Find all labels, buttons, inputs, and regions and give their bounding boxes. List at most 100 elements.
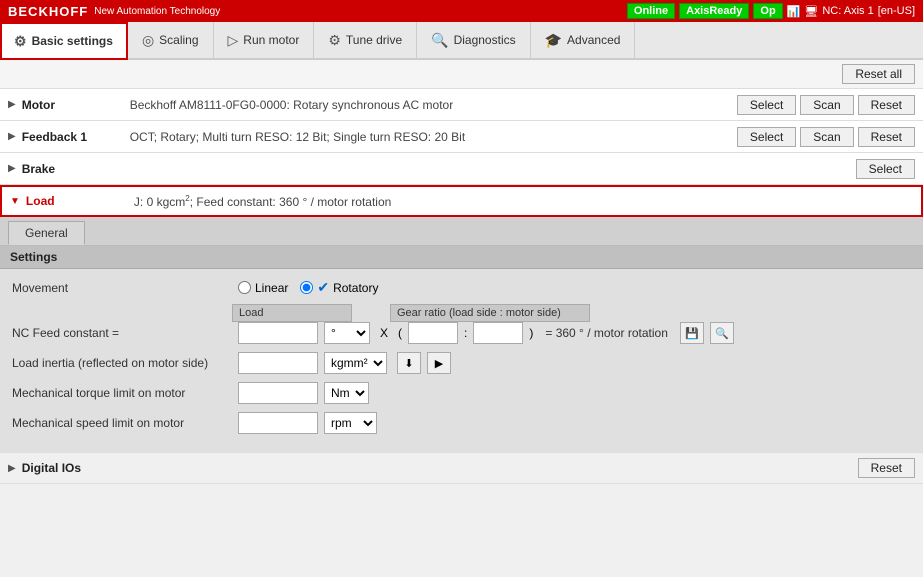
locale-info: [en-US] [878,5,915,17]
scaling-icon: ◎ [142,32,154,49]
tab-basic-settings[interactable]: ⚙ Basic settings [0,22,128,60]
axisready-badge: AxisReady [679,3,749,19]
load-inertia-input[interactable]: 6000 [238,352,318,374]
save-gear-button[interactable]: 💾 [680,322,704,344]
feedback1-scan-button[interactable]: Scan [800,127,853,147]
digital-ios-actions: Reset [858,458,915,478]
motor-expand-icon[interactable]: ▶ [8,99,16,110]
mech-speed-row: Mechanical speed limit on motor 10000 rp… [12,412,911,434]
mech-torque-label: Mechanical torque limit on motor [12,386,232,400]
sub-tab-bar: General [0,217,923,246]
movement-row: Movement Linear ✔ Rotatory [12,279,911,296]
settings-panel: Settings Movement Linear ✔ Rotatory Load… [0,246,923,452]
gear-col-header: Gear ratio (load side : motor side) [390,304,590,322]
feedback1-description: OCT; Rotary; Multi turn RESO: 12 Bit; Si… [122,130,737,144]
title-bar-right: Online AxisReady Op 📊 🖥 NC: Axis 1 [en-U… [627,3,915,19]
gear-val1-input[interactable]: 1 [408,322,458,344]
linear-radio-input[interactable] [238,281,251,294]
mech-torque-unit-select[interactable]: Nm [324,382,369,404]
title-bar: BECKHOFF New Automation Technology Onlin… [0,0,923,22]
load-inertia-unit-select[interactable]: kgmm² kgcm² [324,352,387,374]
linear-radio[interactable]: Linear [238,281,288,295]
brand-logo: BECKHOFF [8,4,88,19]
mech-speed-input[interactable]: 10000 [238,412,318,434]
motor-description: Beckhoff AM8111-0FG0-0000: Rotary synchr… [122,98,737,112]
run-motor-icon: ▷ [228,32,239,49]
nc-feed-constant-input[interactable]: 360 [238,322,318,344]
x-label: X [380,326,388,340]
motor-reset-button[interactable]: Reset [858,95,915,115]
sub-tab-general[interactable]: General [8,221,85,245]
tab-diagnostics[interactable]: 🔍 Diagnostics [417,22,530,58]
advanced-icon: 🎓 [545,32,562,49]
main-tab-bar: ⚙ Basic settings ◎ Scaling ▷ Run motor ⚙… [0,22,923,60]
nc-feed-unit-select[interactable]: ° mm [324,322,370,344]
copy-inertia-button[interactable]: ⬇ [397,352,421,374]
motor-select-button[interactable]: Select [737,95,796,115]
rotatory-radio[interactable]: ✔ Rotatory [300,279,378,296]
monitor-icon: 🖥 [804,5,818,18]
brake-expand-icon[interactable]: ▶ [8,163,16,174]
tab-basic-settings-label: Basic settings [32,34,113,48]
column-headers: Load Gear ratio (load side : motor side) [12,304,911,322]
digital-ios-reset-button[interactable]: Reset [858,458,915,478]
online-badge: Online [627,3,675,19]
tab-scaling[interactable]: ◎ Scaling [128,22,214,58]
load-label: Load [26,194,126,208]
digital-ios-label: Digital IOs [22,461,122,475]
zoom-gear-button[interactable]: 🔍 [710,322,734,344]
load-section: ▼ Load J: 0 kgcm2; Feed constant: 360 ° … [0,185,923,217]
diagnostics-icon: 🔍 [431,32,448,49]
motor-actions: Select Scan Reset [737,95,915,115]
motor-scan-button[interactable]: Scan [800,95,853,115]
tab-advanced-label: Advanced [567,33,620,47]
brake-label: Brake [22,162,122,176]
load-inertia-row: Load inertia (reflected on motor side) 6… [12,352,911,374]
brake-actions: Select [856,159,915,179]
gear-result: = 360 ° / motor rotation [545,326,668,340]
feedback1-expand-icon[interactable]: ▶ [8,131,16,142]
op-badge: Op [753,3,782,19]
mech-speed-unit-select[interactable]: rpm rad/s [324,412,377,434]
tab-run-motor[interactable]: ▷ Run motor [214,22,315,58]
digital-ios-expand-icon[interactable]: ▶ [8,463,16,474]
brand-subtitle: New Automation Technology [94,6,220,17]
tune-drive-icon: ⚙ [328,32,341,49]
mech-speed-label: Mechanical speed limit on motor [12,416,232,430]
movement-radio-group: Linear ✔ Rotatory [238,279,378,296]
tab-tune-drive[interactable]: ⚙ Tune drive [314,22,417,58]
load-expand-icon[interactable]: ▼ [10,196,20,207]
brake-select-button[interactable]: Select [856,159,915,179]
linear-label: Linear [255,281,288,295]
load-inertia-label: Load inertia (reflected on motor side) [12,356,232,370]
load-col-header: Load [232,304,352,322]
digital-ios-section: ▶ Digital IOs Reset [0,452,923,484]
tab-tune-drive-label: Tune drive [346,33,402,47]
rotatory-radio-input[interactable] [300,281,313,294]
tab-run-motor-label: Run motor [243,33,299,47]
mech-torque-input[interactable]: 6.2159 [238,382,318,404]
nc-info: NC: Axis 1 [822,5,873,17]
nc-feed-constant-label: NC Feed constant = [12,326,232,340]
mech-torque-row: Mechanical torque limit on motor 6.2159 … [12,382,911,404]
title-bar-left: BECKHOFF New Automation Technology [8,4,220,19]
tab-advanced[interactable]: 🎓 Advanced [531,22,636,58]
load-description: J: 0 kgcm2; Feed constant: 360 ° / motor… [126,194,913,209]
rotatory-label: Rotatory [333,281,378,295]
feedback1-select-button[interactable]: Select [737,127,796,147]
tab-diagnostics-label: Diagnostics [454,33,516,47]
movement-label: Movement [12,281,232,295]
reset-all-button[interactable]: Reset all [842,64,915,84]
sub-tab-general-label: General [25,226,68,240]
motor-section: ▶ Motor Beckhoff AM8111-0FG0-0000: Rotar… [0,89,923,121]
feedback1-reset-button[interactable]: Reset [858,127,915,147]
feedback1-label: Feedback 1 [22,130,122,144]
tab-scaling-label: Scaling [159,33,198,47]
gear-val2-input[interactable]: 1 [473,322,523,344]
feedback1-actions: Select Scan Reset [737,127,915,147]
rotatory-check-icon: ✔ [317,279,329,296]
basic-settings-icon: ⚙ [14,33,27,50]
arrow-inertia-button[interactable]: ▶ [427,352,451,374]
motor-label: Motor [22,98,122,112]
nc-feed-constant-row: NC Feed constant = 360 ° mm X ( 1 : 1 ) … [12,322,911,344]
